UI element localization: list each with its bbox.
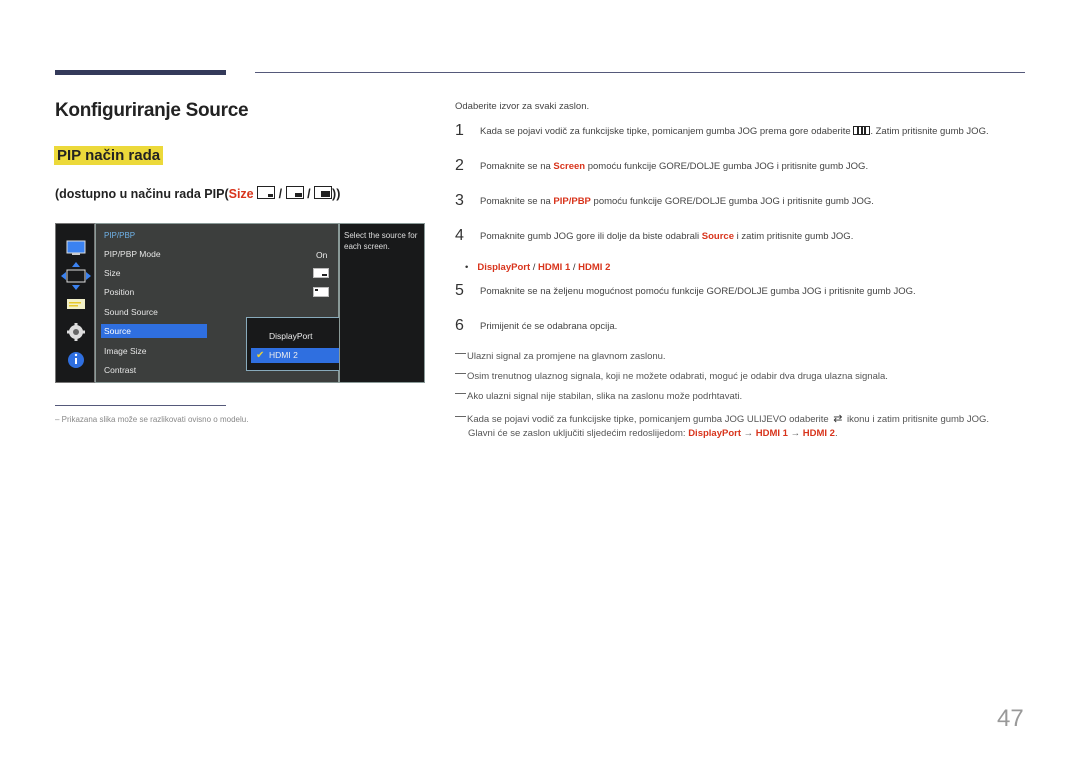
submenu-item-label: DisplayPort bbox=[269, 331, 313, 341]
step-number: 3 bbox=[455, 192, 464, 209]
osd-sidebar bbox=[55, 223, 95, 383]
osd-help-text: Select the source for each screen. bbox=[339, 223, 425, 383]
option-displayport: DisplayPort bbox=[477, 262, 531, 273]
step-number: 6 bbox=[455, 317, 464, 334]
step-3: 3 Pomaknite se na PIP/PBP pomoću funkcij… bbox=[455, 192, 874, 210]
osd-item-source[interactable]: Source bbox=[101, 324, 207, 338]
note-2: Osim trenutnog ulaznog signala, koji ne … bbox=[455, 371, 888, 382]
step-number: 2 bbox=[455, 157, 464, 174]
position-icon bbox=[313, 287, 329, 297]
move-arrows-icon bbox=[61, 262, 91, 290]
checkmark-icon: ✔ bbox=[256, 350, 265, 361]
step-text: Kada se pojavi vodič za funkcijske tipke… bbox=[480, 125, 989, 137]
osd-value-pip-pbp-mode: On bbox=[316, 250, 328, 260]
step-5: 5 Pomaknite se na željenu mogućnost pomo… bbox=[455, 282, 916, 300]
step-6: 6 Primijenit će se odabrana opcija. bbox=[455, 317, 617, 335]
step-number: 5 bbox=[455, 282, 464, 299]
osd-item-size[interactable]: Size bbox=[104, 266, 204, 280]
osd-menu-heading: PIP/PBP bbox=[104, 231, 136, 240]
menu-ref-screen: Screen bbox=[553, 160, 586, 172]
pip-size-medium-icon bbox=[285, 186, 304, 199]
menu-ref-pip-pbp: PIP/PBP bbox=[553, 195, 591, 207]
osd-item-image-size[interactable]: Image Size bbox=[104, 344, 204, 358]
footnote-text: Prikazana slika može se razlikovati ovis… bbox=[61, 415, 249, 424]
section-subtitle: PIP način rada bbox=[54, 146, 164, 165]
step-text: Primijenit će se odabrana opcija. bbox=[480, 320, 618, 332]
seq-displayport: DisplayPort bbox=[688, 428, 741, 439]
note-1: Ulazni signal za promjene na glavnom zas… bbox=[455, 351, 666, 362]
menu-ref-source: Source bbox=[701, 230, 735, 242]
osd-item-contrast[interactable]: Contrast bbox=[104, 363, 204, 377]
footnote-rule bbox=[55, 405, 226, 406]
header-rule-thin bbox=[255, 72, 1025, 73]
size-label: Size bbox=[228, 187, 254, 201]
step-2: 2 Pomaknite se na Screen pomoću funkcije… bbox=[455, 157, 868, 175]
source-options-bullet: • DisplayPort / HDMI 1 / HDMI 2 bbox=[465, 262, 611, 273]
availability-prefix: (dostupno u načinu rada PIP( bbox=[55, 187, 229, 201]
submenu-item-label: HDMI 2 bbox=[269, 350, 298, 360]
intro-text: Odaberite izvor za svaki zaslon. bbox=[455, 101, 590, 112]
separator: / bbox=[307, 187, 311, 201]
picture-icon bbox=[67, 299, 85, 309]
seq-hdmi1: HDMI 1 bbox=[755, 428, 788, 439]
step-number: 1 bbox=[455, 122, 464, 139]
gear-icon bbox=[67, 323, 85, 341]
availability-suffix: )) bbox=[332, 187, 341, 201]
option-hdmi1: HDMI 1 bbox=[538, 262, 571, 273]
step-text: Pomaknite se na Screen pomoću funkcije G… bbox=[480, 160, 869, 172]
size-small-icon bbox=[313, 268, 329, 278]
step-text: Pomaknite se na željenu mogućnost pomoću… bbox=[480, 285, 916, 297]
step-4: 4 Pomaknite gumb JOG gore ili dolje da b… bbox=[455, 227, 853, 245]
menu-icon bbox=[853, 125, 871, 135]
step-text: Pomaknite gumb JOG gore ili dolje da bis… bbox=[480, 230, 854, 242]
osd-item-position[interactable]: Position bbox=[104, 285, 204, 299]
pip-size-large-icon bbox=[314, 186, 333, 199]
header-rule-thick bbox=[55, 70, 226, 75]
page-title: Konfiguriranje Source bbox=[55, 100, 249, 121]
pip-size-small-icon bbox=[257, 186, 276, 199]
option-hdmi2: HDMI 2 bbox=[578, 262, 611, 273]
step-1: 1 Kada se pojavi vodič za funkcijske tip… bbox=[455, 122, 989, 140]
osd-sidebar-icons bbox=[61, 240, 91, 368]
note-4: Kada se pojavi vodič za funkcijske tipke… bbox=[455, 412, 989, 441]
availability-note: (dostupno u načinu rada PIP(Size / / )) bbox=[55, 186, 340, 201]
separator: / bbox=[278, 187, 283, 201]
step-number: 4 bbox=[455, 227, 464, 244]
osd-main-panel: PIP/PBP PIP/PBP Mode On Size Position So… bbox=[95, 223, 370, 383]
footnote: – Prikazana slika može se razlikovati ov… bbox=[55, 415, 249, 424]
step-text: Pomaknite se na PIP/PBP pomoću funkcije … bbox=[480, 195, 874, 207]
osd-item-sound-source[interactable]: Sound Source bbox=[104, 305, 204, 319]
info-icon bbox=[68, 352, 84, 368]
note-3: Ako ulazni signal nije stabilan, slika n… bbox=[455, 391, 742, 402]
monitor-icon bbox=[66, 240, 86, 255]
osd-item-pip-pbp-mode[interactable]: PIP/PBP Mode bbox=[104, 247, 204, 261]
page-number: 47 bbox=[997, 705, 1024, 732]
swap-source-icon: ⇄ bbox=[833, 413, 843, 425]
osd-menu-screenshot: PIP/PBP PIP/PBP Mode On Size Position So… bbox=[55, 223, 425, 383]
seq-hdmi2: HDMI 2 bbox=[802, 428, 835, 439]
